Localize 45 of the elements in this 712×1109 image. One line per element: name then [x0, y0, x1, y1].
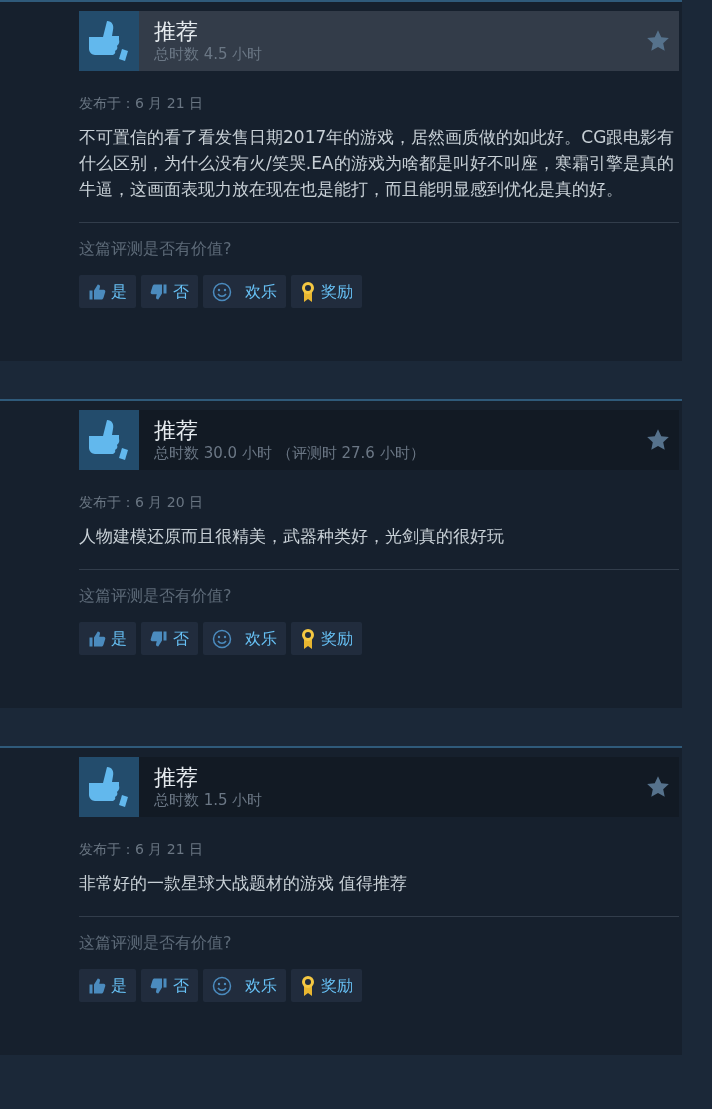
- review-text: 不可置信的看了看发售日期2017年的游戏，居然画质做的如此好。CG跟电影有什么区别，为什么没有火/笑哭.EA的游戏为啥都是叫好不叫座，寒霜引擎是真的牛逼，这画面表现力放在现在也是能打，而且能明显感到优化是真的好。: [79, 124, 679, 223]
- thumbs-up-icon: [79, 757, 139, 817]
- playtime-text: 总时数 4.5 小时: [154, 45, 264, 63]
- posted-date: 发布于：6 月 21 日: [79, 94, 205, 113]
- vote-button[interactable]: 奖励: [291, 969, 362, 1002]
- helpful-question: 这篇评测是否有价值?: [79, 585, 233, 607]
- review-text: 非常好的一款星球大战题材的游戏 值得推荐: [79, 870, 679, 917]
- smiley-icon: [212, 281, 232, 302]
- vote-button[interactable]: 否: [141, 275, 198, 308]
- thumbs-up-icon: [88, 282, 106, 301]
- thumbs-up-icon: [88, 976, 106, 995]
- vote-button[interactable]: 否: [141, 622, 198, 655]
- helpful-question: 这篇评测是否有价值?: [79, 238, 233, 260]
- helpful-question: 这篇评测是否有价值?: [79, 932, 233, 954]
- medal-icon: [300, 974, 316, 997]
- star-icon[interactable]: [645, 28, 671, 54]
- playtime-text: 总时数 30.0 小时 （评测时 27.6 小时）: [154, 444, 426, 462]
- vote-button[interactable]: 否: [141, 969, 198, 1002]
- posted-date: 发布于：6 月 21 日: [79, 840, 205, 859]
- medal-icon: [300, 627, 316, 650]
- thumbs-down-icon: [150, 976, 168, 995]
- thumbs-up-icon: [88, 629, 106, 648]
- verdict-title: 推荐: [154, 418, 199, 444]
- thumbs-up-icon: [79, 11, 139, 71]
- vote-button[interactable]: 欢乐: [203, 275, 286, 308]
- vote-button[interactable]: 奖励: [291, 275, 362, 308]
- vote-button[interactable]: 奖励: [291, 622, 362, 655]
- review-text: 人物建模还原而且很精美，武器种类好，光剑真的很好玩: [79, 523, 679, 570]
- medal-icon: [300, 280, 316, 303]
- playtime-text: 总时数 1.5 小时: [154, 791, 264, 809]
- vote-button[interactable]: 欢乐: [203, 622, 286, 655]
- vote-button[interactable]: 欢乐: [203, 969, 286, 1002]
- smiley-icon: [212, 628, 232, 649]
- smiley-icon: [212, 975, 232, 996]
- thumbs-up-icon: [79, 410, 139, 470]
- vote-button[interactable]: 是: [79, 969, 136, 1002]
- star-icon[interactable]: [645, 427, 671, 453]
- verdict-title: 推荐: [154, 19, 199, 45]
- thumbs-down-icon: [150, 282, 168, 301]
- verdict-title: 推荐: [154, 765, 199, 791]
- thumbs-down-icon: [150, 629, 168, 648]
- posted-date: 发布于：6 月 20 日: [79, 493, 205, 512]
- vote-button[interactable]: 是: [79, 622, 136, 655]
- star-icon[interactable]: [645, 774, 671, 800]
- vote-button[interactable]: 是: [79, 275, 136, 308]
